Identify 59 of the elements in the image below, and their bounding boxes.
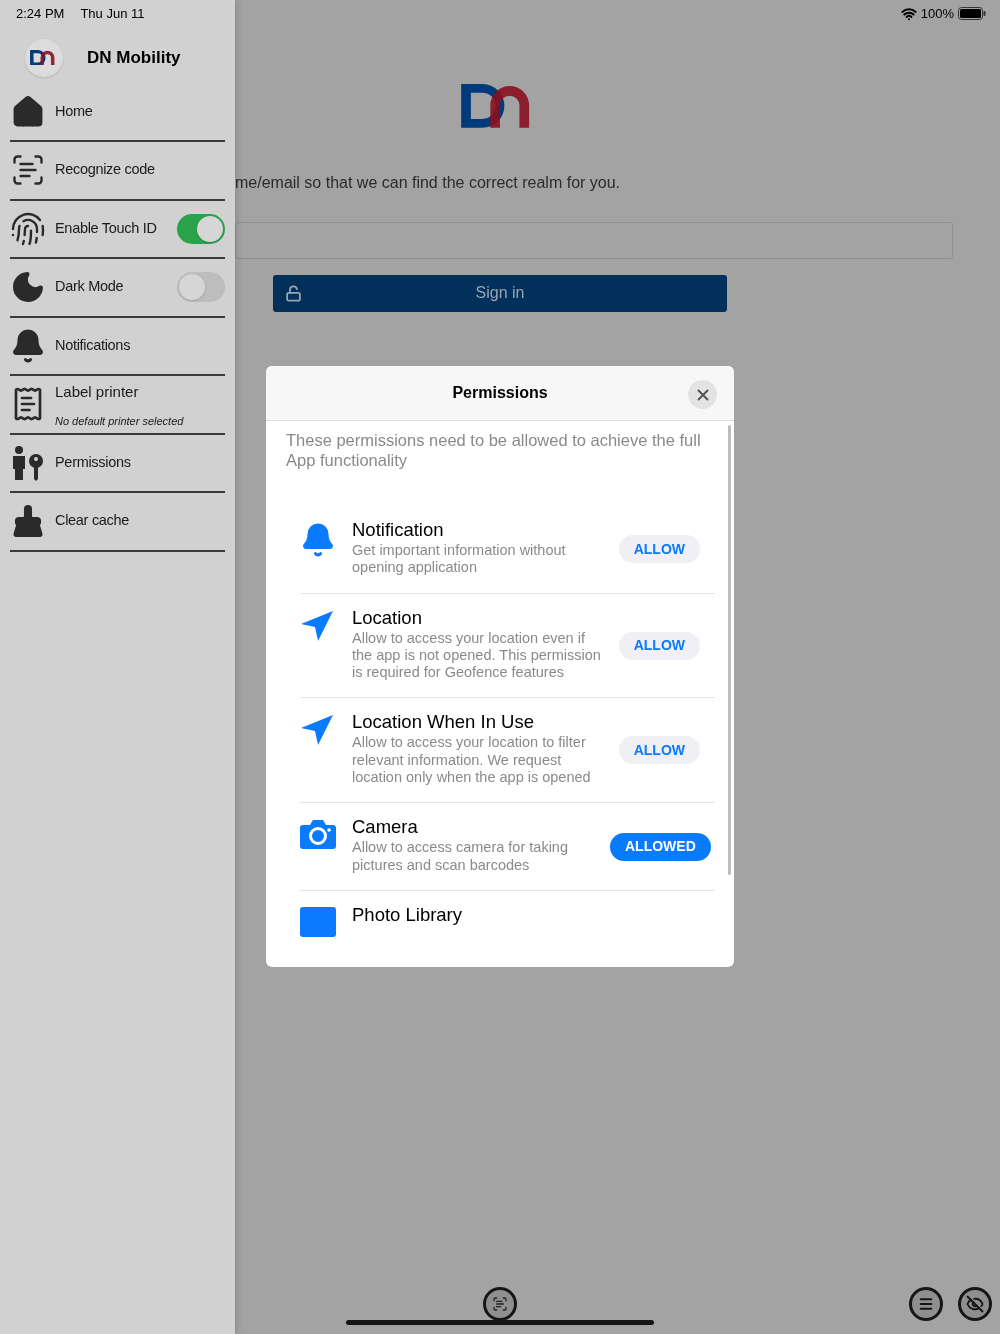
permission-title: Photo Library bbox=[352, 902, 464, 927]
menu-subtitle: No default printer selected bbox=[55, 413, 184, 429]
permission-title: Location When In Use bbox=[352, 710, 536, 735]
menu-item[interactable]: Permissions bbox=[10, 434, 225, 493]
allow-button[interactable]: ALLOW bbox=[618, 736, 700, 765]
status-time: 2:24 PM bbox=[16, 5, 65, 23]
allow-button[interactable]: ALLOWED bbox=[610, 832, 711, 861]
menu-label: Recognize code bbox=[55, 160, 155, 180]
navigation-arrow-icon bbox=[300, 714, 334, 747]
allow-button[interactable]: ALLOW bbox=[618, 631, 700, 660]
menu-item[interactable]: Clear cache bbox=[10, 493, 225, 552]
dialog-intro: These permissions need to be allowed to achieve the full App functionality bbox=[285, 430, 702, 470]
navigation-arrow-icon bbox=[300, 609, 334, 642]
status-date: Thu Jun 11 bbox=[80, 5, 145, 23]
menu-label: Clear cache bbox=[55, 511, 130, 531]
toggle-switch[interactable] bbox=[177, 213, 225, 244]
fingerprint-icon bbox=[10, 210, 46, 247]
eye-off-icon bbox=[966, 1295, 984, 1313]
menu-label: Enable Touch ID bbox=[55, 218, 157, 238]
bell-icon bbox=[10, 327, 46, 364]
permission-title: Location bbox=[352, 605, 423, 630]
battery-icon bbox=[958, 7, 986, 21]
menu-icon bbox=[918, 1296, 934, 1312]
app-name: DN Mobility bbox=[87, 46, 181, 69]
menu-item[interactable]: Label printer No default printer selected bbox=[10, 376, 225, 435]
person-key-icon bbox=[10, 444, 46, 481]
unlock-icon bbox=[285, 284, 302, 302]
menu-item[interactable]: Dark Mode bbox=[10, 259, 225, 318]
menu-button[interactable] bbox=[909, 1287, 943, 1321]
menu-label: Notifications bbox=[55, 335, 131, 355]
recognize-button[interactable] bbox=[483, 1287, 517, 1321]
menu-item[interactable]: Enable Touch ID bbox=[10, 200, 225, 259]
photo-icon bbox=[300, 906, 336, 937]
allow-button[interactable]: ALLOW bbox=[618, 535, 700, 564]
instruction-text: me/email so that we can find the correct realm for you. bbox=[235, 172, 622, 193]
permission-description: Allow to access camera for taking pictures and scan barcodes bbox=[352, 839, 569, 875]
menu-label: Label printer bbox=[55, 382, 140, 403]
battery-percentage: 100% bbox=[920, 5, 954, 23]
menu-item[interactable]: Home bbox=[10, 83, 225, 142]
camera-icon bbox=[300, 819, 336, 850]
menu-item[interactable]: Recognize code bbox=[10, 142, 225, 201]
toggle-switch[interactable] bbox=[177, 272, 225, 303]
permission-title: Notification bbox=[352, 518, 445, 542]
permission-description: Allow to access your location to filter relevant information. We request location only when the app is opened bbox=[352, 734, 592, 788]
dialog-title: Permissions bbox=[452, 383, 548, 403]
permission-description: Get important information without opening application bbox=[352, 542, 567, 578]
sign-in-button[interactable]: Sign in bbox=[273, 274, 727, 312]
visibility-button[interactable] bbox=[958, 1287, 992, 1321]
bell-icon bbox=[300, 522, 336, 558]
wifi-icon bbox=[900, 5, 917, 22]
close-button[interactable] bbox=[688, 380, 717, 409]
menu-label: Permissions bbox=[55, 452, 131, 472]
menu-label: Dark Mode bbox=[55, 277, 124, 297]
permission-description: Allow to access your location even if the app is not opened. This permission is required for Geofence features bbox=[352, 629, 602, 683]
menu-item[interactable]: Notifications bbox=[10, 317, 225, 376]
permission-title: Camera bbox=[352, 815, 419, 840]
username-field[interactable] bbox=[235, 221, 953, 259]
scan-icon bbox=[492, 1296, 508, 1312]
menu-label: Home bbox=[55, 101, 93, 121]
